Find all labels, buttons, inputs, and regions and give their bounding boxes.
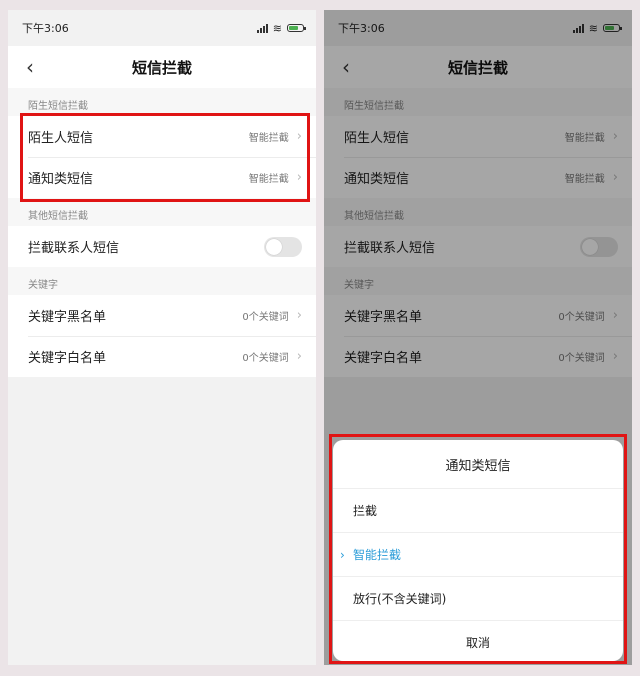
section-header-keywords: 关键字 xyxy=(8,267,316,295)
row-stranger-sms[interactable]: 陌生人短信 智能拦截 › xyxy=(8,116,316,157)
row-keyword-whitelist[interactable]: 关键字白名单 0个关键词 › xyxy=(8,336,316,377)
block-contacts-toggle[interactable] xyxy=(264,236,302,257)
cancel-label: 取消 xyxy=(465,636,490,650)
status-bar: 下午3:06 ≋ xyxy=(8,10,316,46)
row-value: 0个关键词 xyxy=(242,312,289,323)
title-bar: ‹ 短信拦截 xyxy=(8,46,316,88)
settings-screen-right: 下午3:06 ≋ ‹ 短信拦截 陌生短信拦截 陌生人短信 智能拦截 › 通知类短… xyxy=(324,10,632,665)
row-value: 0个关键词 xyxy=(242,353,289,364)
row-label: 拦截联系人短信 xyxy=(28,241,120,256)
row-label: 通知类短信 xyxy=(28,172,94,187)
section-header-stranger: 陌生短信拦截 xyxy=(8,88,316,116)
page-title: 短信拦截 xyxy=(131,58,192,77)
cancel-button[interactable]: 取消 xyxy=(333,620,623,664)
battery-icon xyxy=(287,24,306,32)
selected-chevron-icon: › xyxy=(340,547,345,562)
row-label: 关键字白名单 xyxy=(28,351,107,366)
signal-icon xyxy=(256,23,268,33)
row-label: 陌生人短信 xyxy=(28,131,94,146)
option-label: 放行(不含关键词) xyxy=(353,592,447,606)
row-block-contacts[interactable]: 拦截联系人短信 xyxy=(8,226,316,267)
option-label: 拦截 xyxy=(353,504,378,518)
row-value: 智能拦截 xyxy=(248,133,289,144)
chevron-right-icon: › xyxy=(296,349,302,364)
status-time: 下午3:06 xyxy=(22,22,69,35)
row-keyword-blacklist[interactable]: 关键字黑名单 0个关键词 › xyxy=(8,295,316,336)
row-label: 关键字黑名单 xyxy=(28,310,107,325)
chevron-right-icon: › xyxy=(296,308,302,323)
wifi-icon: ≋ xyxy=(272,21,282,35)
row-notification-sms[interactable]: 通知类短信 智能拦截 › xyxy=(8,157,316,198)
section-header-other: 其他短信拦截 xyxy=(8,198,316,226)
sheet-title: 通知类短信 xyxy=(445,458,511,474)
option-block[interactable]: 拦截 xyxy=(333,488,623,532)
option-label: 智能拦截 xyxy=(353,548,402,562)
option-allow[interactable]: 放行(不含关键词) xyxy=(333,576,623,620)
chevron-right-icon: › xyxy=(296,170,302,185)
action-sheet: 通知类短信 拦截 › 智能拦截 放行(不含关键词) 取消 xyxy=(333,440,623,661)
back-icon[interactable]: ‹ xyxy=(26,57,34,77)
settings-screen-left: 下午3:06 ≋ ‹ 短信拦截 陌生短信拦截 陌生人短信 智能拦截 › 通知类短… xyxy=(8,10,316,665)
option-smart-block[interactable]: › 智能拦截 xyxy=(333,532,623,576)
row-value: 智能拦截 xyxy=(248,174,289,185)
chevron-right-icon: › xyxy=(296,129,302,144)
